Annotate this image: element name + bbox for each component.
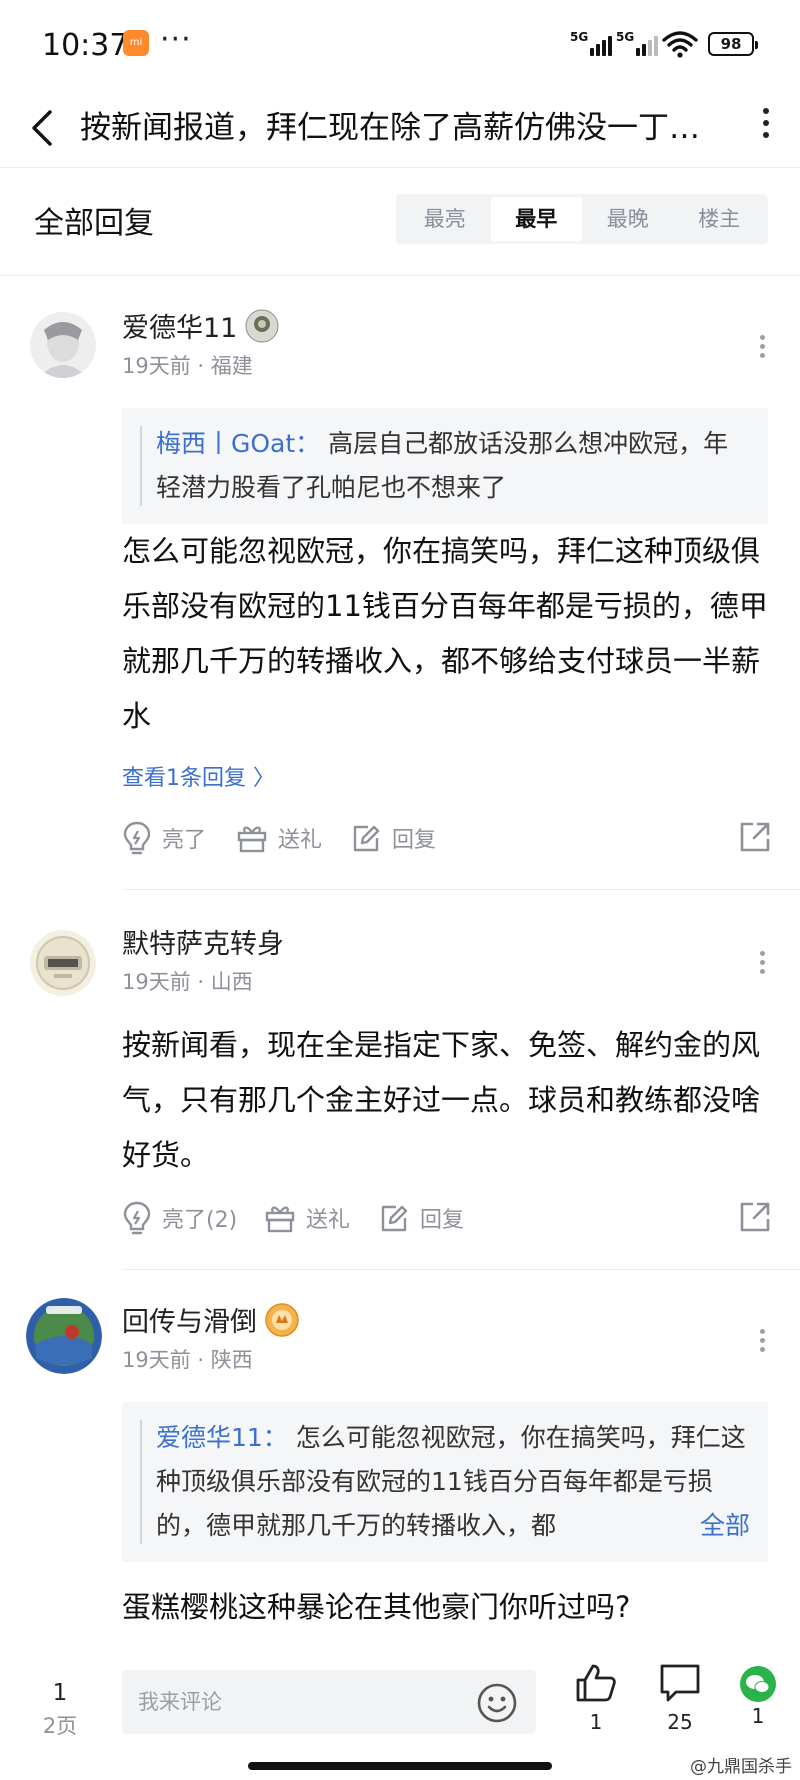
comment-body: 按新闻看，现在全是指定下家、免签、解约金的风气，只有那几个金主好过一点。球员和教… xyxy=(122,1028,761,1172)
watermark: @九鼎国杀手 xyxy=(690,1757,792,1777)
comment-item: 爱德华11 19天前 · 福建 梅西丨GOat： 高层自己都放话没那么想冲欧冠，… xyxy=(0,276,800,890)
like-button[interactable]: 亮了(2) xyxy=(122,1196,237,1240)
clock: 10:37 xyxy=(42,28,129,63)
wechat-share-button[interactable]: 1 xyxy=(728,1656,788,1728)
home-indicator[interactable] xyxy=(248,1762,552,1770)
like-label: 亮了(2) xyxy=(162,1208,238,1233)
sort-tab-earliest[interactable]: 最早 xyxy=(490,197,582,241)
total-pages: 2页 xyxy=(42,1714,78,1738)
comment-input-box[interactable] xyxy=(122,1670,536,1734)
reply-button[interactable]: 回复 xyxy=(378,1196,464,1240)
more-options-icon[interactable] xyxy=(760,102,772,152)
show-all-link[interactable]: 全部 xyxy=(693,1504,750,1548)
page-indicator[interactable]: 1 2页 xyxy=(30,1680,90,1740)
quote-content: 爱德华11： 怎么可能忽视欧冠，你在搞笑吗，拜仁这种顶级俱乐部没有欧冠的11钱百… xyxy=(156,1416,750,1548)
username[interactable]: 爱德华11 xyxy=(122,306,279,345)
wifi-icon xyxy=(662,31,698,58)
username-text[interactable]: 爱德华11 xyxy=(122,306,237,345)
avatar[interactable] xyxy=(30,312,96,378)
signal-icon: 5G xyxy=(570,30,612,58)
sort-tab-brightest[interactable]: 最亮 xyxy=(399,197,491,241)
comment-menu-icon[interactable] xyxy=(758,332,766,366)
comment-actions: 亮了(2) 送礼 回复 xyxy=(122,1196,772,1240)
more-notifications-icon: ··· xyxy=(160,22,192,57)
current-page: 1 xyxy=(52,1680,68,1706)
comment-meta: 19天前 · 福建 xyxy=(122,354,253,378)
username-text[interactable]: 回传与滑倒 xyxy=(122,1300,257,1339)
reply-label: 回复 xyxy=(392,828,437,853)
comment-location: 福建 xyxy=(210,354,253,378)
lightbulb-icon xyxy=(123,821,151,855)
quote-author[interactable]: 爱德华11： xyxy=(156,1423,288,1452)
comment-body: 蛋糕樱桃这种暴论在其他豪门你听过吗? xyxy=(122,1590,631,1624)
comment-location: 山西 xyxy=(210,970,253,994)
like-label: 亮了 xyxy=(162,828,207,853)
comment-body: 怎么可能忽视欧冠，你在搞笑吗，拜仁这种顶级俱乐部没有欧冠的11钱百分百每年都是亏… xyxy=(122,534,768,733)
quoted-reply[interactable]: 爱德华11： 怎么可能忽视欧冠，你在搞笑吗，拜仁这种顶级俱乐部没有欧冠的11钱百… xyxy=(122,1402,768,1562)
comment-actions: 亮了 送礼 回复 xyxy=(122,816,772,860)
username-text[interactable]: 默特萨克转身 xyxy=(122,922,284,961)
share-icon[interactable] xyxy=(738,1200,772,1234)
comment-menu-icon[interactable] xyxy=(758,948,766,982)
gift-label: 送礼 xyxy=(306,1208,351,1233)
comment-meta: 19天前 · 陕西 xyxy=(122,1348,253,1372)
thread-comments-button[interactable]: 25 xyxy=(650,1662,710,1734)
battery-icon: 98 xyxy=(708,32,758,56)
user-badge-icon xyxy=(265,1302,299,1337)
user-badge-icon xyxy=(245,309,279,342)
edit-icon xyxy=(381,1205,408,1232)
gift-button[interactable]: 送礼 xyxy=(236,816,322,860)
thumbs-up-icon xyxy=(576,1664,616,1702)
thread-title: 按新闻报道，拜仁现在除了高薪仿佛没一丁… xyxy=(80,110,700,146)
status-icons: 5G 5G 98 xyxy=(570,28,758,60)
gift-icon xyxy=(265,1206,295,1233)
lightbulb-icon xyxy=(123,1201,151,1235)
back-arrow-icon[interactable] xyxy=(26,106,60,150)
emoji-icon[interactable] xyxy=(476,1682,518,1724)
gift-button[interactable]: 送礼 xyxy=(264,1196,350,1240)
comment-item: 回传与滑倒 19天前 · 陕西 爱德华11： 怎么可能忽视欧冠，你在搞笑吗，拜仁… xyxy=(0,1270,800,1640)
username[interactable]: 回传与滑倒 xyxy=(122,1300,299,1339)
view-replies-link[interactable]: 查看1条回复 〉 xyxy=(122,760,275,792)
avatar[interactable] xyxy=(26,1298,102,1374)
share-icon[interactable] xyxy=(738,820,772,854)
username[interactable]: 默特萨克转身 xyxy=(122,922,284,961)
comment-location: 陕西 xyxy=(210,1348,253,1372)
reply-section-header: 全部回复 最亮 最早 最晚 楼主 xyxy=(0,168,800,276)
comment-meta: 19天前 · 山西 xyxy=(122,970,253,994)
thread-like-button[interactable]: 1 xyxy=(566,1662,626,1734)
sort-tabs: 最亮 最早 最晚 楼主 xyxy=(396,194,768,244)
gift-label: 送礼 xyxy=(278,828,323,853)
avatar[interactable] xyxy=(30,930,96,996)
comment-menu-icon[interactable] xyxy=(758,1326,766,1360)
sort-tab-latest[interactable]: 最晚 xyxy=(582,197,674,241)
like-button[interactable]: 亮了 xyxy=(122,816,206,860)
comment-bubble-icon xyxy=(660,1664,700,1702)
all-replies-title: 全部回复 xyxy=(34,206,154,241)
comment-time: 19天前 xyxy=(122,354,191,378)
thread-header: 按新闻报道，拜仁现在除了高薪仿佛没一丁… xyxy=(0,90,800,168)
sort-tab-op-only[interactable]: 楼主 xyxy=(674,197,766,241)
quoted-reply[interactable]: 梅西丨GOat： 高层自己都放话没那么想冲欧冠，年轻潜力股看了孔帕尼也不想来了 xyxy=(122,408,768,524)
comment-count: 25 xyxy=(667,1710,693,1734)
wechat-icon xyxy=(740,1666,776,1702)
like-count: 1 xyxy=(589,1710,603,1734)
comment-time: 19天前 xyxy=(122,1348,191,1372)
edit-icon xyxy=(353,825,380,852)
comment-item: 默特萨克转身 19天前 · 山西 按新闻看，现在全是指定下家、免签、解约金的风气… xyxy=(0,890,800,1270)
comment-time: 19天前 xyxy=(122,970,191,994)
comment-input[interactable] xyxy=(138,1670,458,1734)
quote-author[interactable]: 梅西丨GOat： xyxy=(156,429,320,458)
bottom-bar: 1 2页 1 25 1 xyxy=(0,1640,800,1780)
reply-button[interactable]: 回复 xyxy=(350,816,436,860)
gift-icon xyxy=(237,826,267,853)
share-count: 1 xyxy=(751,1704,765,1728)
status-bar: 10:37 mi ··· 5G 5G 98 xyxy=(0,0,800,90)
signal-icon: 5G xyxy=(616,30,658,58)
reply-label: 回复 xyxy=(420,1208,465,1233)
mi-store-icon: mi xyxy=(123,30,149,56)
